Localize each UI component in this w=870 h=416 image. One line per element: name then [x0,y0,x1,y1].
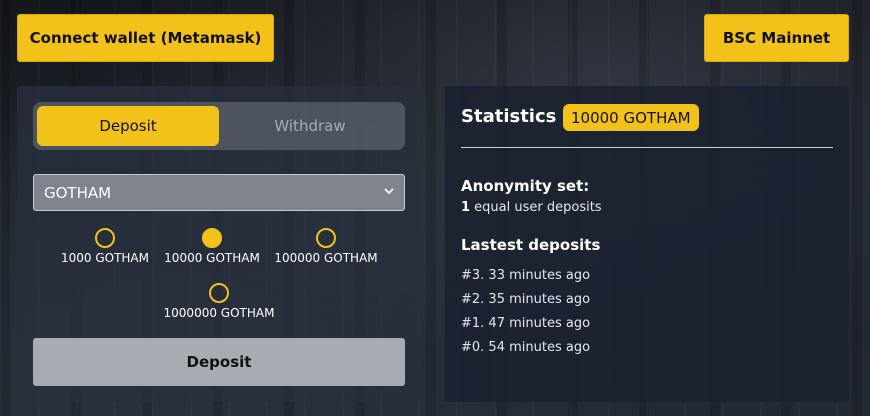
radio-button[interactable] [95,228,115,248]
divider [461,147,833,148]
amount-label: 10000 GOTHAM [164,251,260,265]
deposit-button[interactable]: Deposit [33,338,405,386]
latest-deposits-title: Lastest deposits [461,236,601,254]
radio-button-selected[interactable] [202,228,222,248]
anonymity-suffix: equal user deposits [470,200,602,215]
amount-label: 1000000 GOTHAM [163,306,275,320]
amount-label: 1000 GOTHAM [60,251,149,265]
latest-deposits-list: #3. 33 minutes ago #2. 35 minutes ago #1… [461,267,590,363]
chevron-down-icon [384,188,394,195]
list-item: #1. 47 minutes ago [461,316,591,331]
tab-deposit[interactable]: Deposit [37,106,219,146]
list-item: #3. 33 minutes ago [461,268,591,283]
tab-withdraw[interactable]: Withdraw [219,106,401,146]
radio-button[interactable] [316,228,336,248]
network-button[interactable]: BSC Mainnet [704,14,849,62]
anonymity-set-title: Anonymity set: [461,177,590,195]
amount-badge: 10000 GOTHAM [563,104,699,131]
anonymity-count: 1 [461,200,471,215]
amount-option-100000[interactable]: 100000 GOTHAM [256,228,396,265]
token-select-value: GOTHAM [44,183,112,202]
radio-button[interactable] [209,283,229,303]
anonymity-set-value: 1 equal user deposits [461,200,602,215]
statistics-title: Statistics [461,106,557,127]
token-select[interactable]: GOTHAM [33,174,405,211]
list-item: #0. 54 minutes ago [461,340,591,355]
list-item: #2. 35 minutes ago [461,292,591,307]
tab-bar: Deposit Withdraw [33,102,405,150]
amount-label: 100000 GOTHAM [274,251,378,265]
connect-wallet-button[interactable]: Connect wallet (Metamask) [17,14,274,62]
deposit-panel: Deposit Withdraw GOTHAM 1000 GOTHAM 1000… [17,86,421,402]
statistics-panel: Statistics 10000 GOTHAM Anonymity set: 1… [445,86,849,402]
amount-option-1000000[interactable]: 1000000 GOTHAM [149,283,289,320]
